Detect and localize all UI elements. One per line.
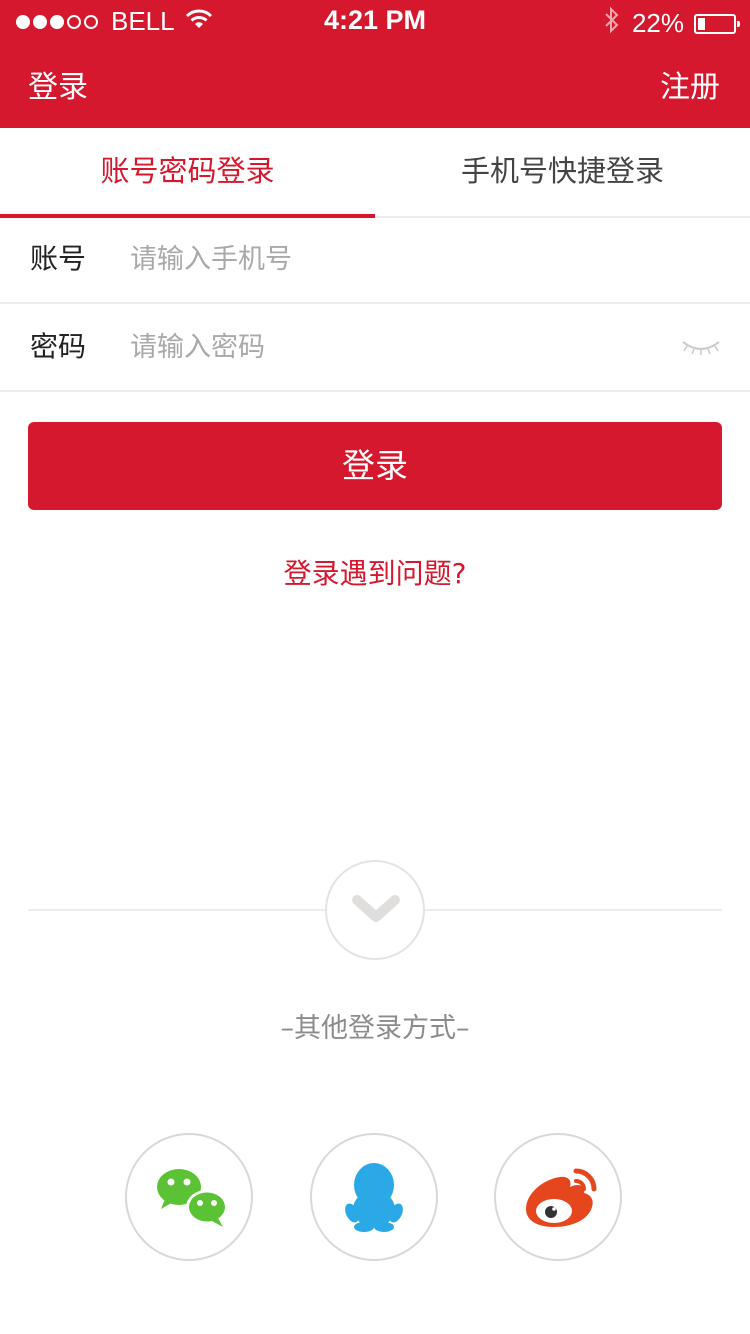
account-input[interactable]	[130, 216, 650, 302]
battery-icon	[694, 13, 740, 34]
login-button[interactable]: 登录	[28, 422, 722, 510]
register-button[interactable]: 注册	[660, 62, 720, 106]
status-bar: BELL 4:21 PM 22%	[0, 0, 750, 40]
bluetooth-icon	[604, 6, 620, 41]
battery-fill	[698, 17, 705, 30]
qq-login-button[interactable]	[310, 1133, 438, 1261]
password-row: 密码	[0, 304, 750, 392]
account-row: 账号	[0, 216, 750, 304]
tab-password-login[interactable]: 账号密码登录	[0, 128, 375, 218]
password-input[interactable]	[130, 304, 650, 390]
qq-icon	[345, 1163, 403, 1232]
login-help-link[interactable]: 登录遇到问题?	[0, 552, 750, 592]
expand-toggle-button[interactable]	[325, 860, 425, 960]
login-tabs: 账号密码登录 手机号快捷登录	[0, 128, 750, 218]
battery-percent: 22%	[631, 8, 684, 38]
weibo-icon	[526, 1168, 597, 1227]
account-label: 账号	[30, 242, 87, 275]
other-login-title: –其他登录方式–	[280, 1013, 470, 1044]
weibo-login-button[interactable]	[494, 1133, 622, 1261]
eye-closed-icon[interactable]	[680, 336, 722, 360]
app-header: BELL 4:21 PM 22% 登录 注册	[0, 0, 750, 128]
wechat-login-button[interactable]	[125, 1133, 253, 1261]
wechat-icon	[157, 1169, 228, 1227]
password-label: 密码	[30, 330, 87, 363]
status-right: 22%	[604, 6, 740, 41]
chevron-down-icon	[352, 895, 400, 922]
page-title: 登录	[28, 70, 88, 105]
tab-sms-login[interactable]: 手机号快捷登录	[375, 128, 750, 216]
